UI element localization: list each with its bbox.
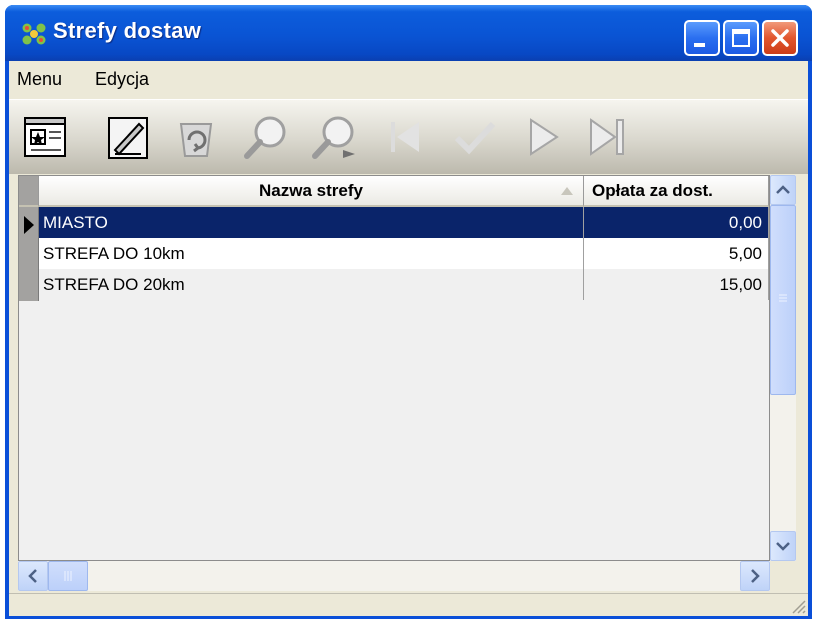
scroll-thumb[interactable] [770,205,796,395]
chevron-up-icon [776,185,790,194]
scroll-up-button[interactable] [770,175,796,205]
search-icon[interactable] [239,110,293,164]
table-row[interactable]: STREFA DO 10km 5,00 [39,238,769,269]
scroll-right-button[interactable] [740,561,770,591]
chevron-right-icon [751,569,760,583]
current-row-pointer-icon [24,216,34,234]
maximize-button[interactable] [723,20,759,56]
scroll-left-button[interactable] [18,561,48,591]
cell-fee[interactable]: 15,00 [584,269,769,300]
scroll-corner [770,561,796,591]
refresh-icon[interactable] [169,110,223,164]
column-header-name[interactable]: Nazwa strefy [39,176,584,207]
minimize-button[interactable] [684,20,720,56]
resize-grip-icon[interactable] [788,596,806,614]
toolbar [9,99,808,174]
header-corner [19,176,39,207]
table-row[interactable]: STREFA DO 20km 15,00 [39,269,769,300]
minimize-icon [694,43,705,47]
close-button[interactable] [762,20,798,56]
column-header-fee[interactable]: Opłata za dost. [584,176,769,207]
first-record-icon[interactable] [379,110,433,164]
new-record-icon[interactable] [19,110,73,164]
menu-edycja[interactable]: Edycja [95,69,149,90]
grip-icon [64,571,72,581]
scroll-down-button[interactable] [770,531,796,561]
cell-zone-name[interactable]: STREFA DO 10km [39,238,584,269]
grip-icon [779,294,787,302]
next-record-icon[interactable] [517,110,571,164]
window: Strefy dostaw Menu Edycja Nazwa strefy O… [5,5,812,619]
status-bar [9,593,808,616]
column-header-fee-label: Opłata za dost. [592,181,713,200]
cell-fee[interactable]: 0,00 [584,207,769,238]
sort-asc-icon [561,187,573,195]
last-record-icon[interactable] [581,110,635,164]
title-bar[interactable]: Strefy dostaw [5,5,812,61]
data-grid: Nazwa strefy Opłata za dost. MIASTO 0,00… [18,175,770,561]
client-area: Menu Edycja Nazwa strefy Opłata za dost.… [9,61,808,616]
cell-zone-name[interactable]: STREFA DO 20km [39,269,584,300]
app-icon [22,23,46,45]
chevron-left-icon [28,569,37,583]
horizontal-scrollbar[interactable] [18,561,770,591]
h-scroll-thumb[interactable] [48,561,88,591]
search-next-icon[interactable] [307,110,361,164]
cell-zone-name[interactable]: MIASTO [39,207,584,238]
menu-bar: Menu Edycja [9,61,808,99]
maximize-icon [732,29,750,47]
vertical-scrollbar[interactable] [770,175,796,561]
column-header-name-label: Nazwa strefy [259,181,363,200]
edit-icon[interactable] [101,110,155,164]
check-icon[interactable] [449,110,503,164]
close-icon [771,29,789,47]
table-row[interactable]: MIASTO 0,00 [39,207,769,238]
window-title: Strefy dostaw [53,18,202,43]
cell-fee[interactable]: 5,00 [584,238,769,269]
chevron-down-icon [776,542,790,551]
menu-menu[interactable]: Menu [17,69,62,90]
